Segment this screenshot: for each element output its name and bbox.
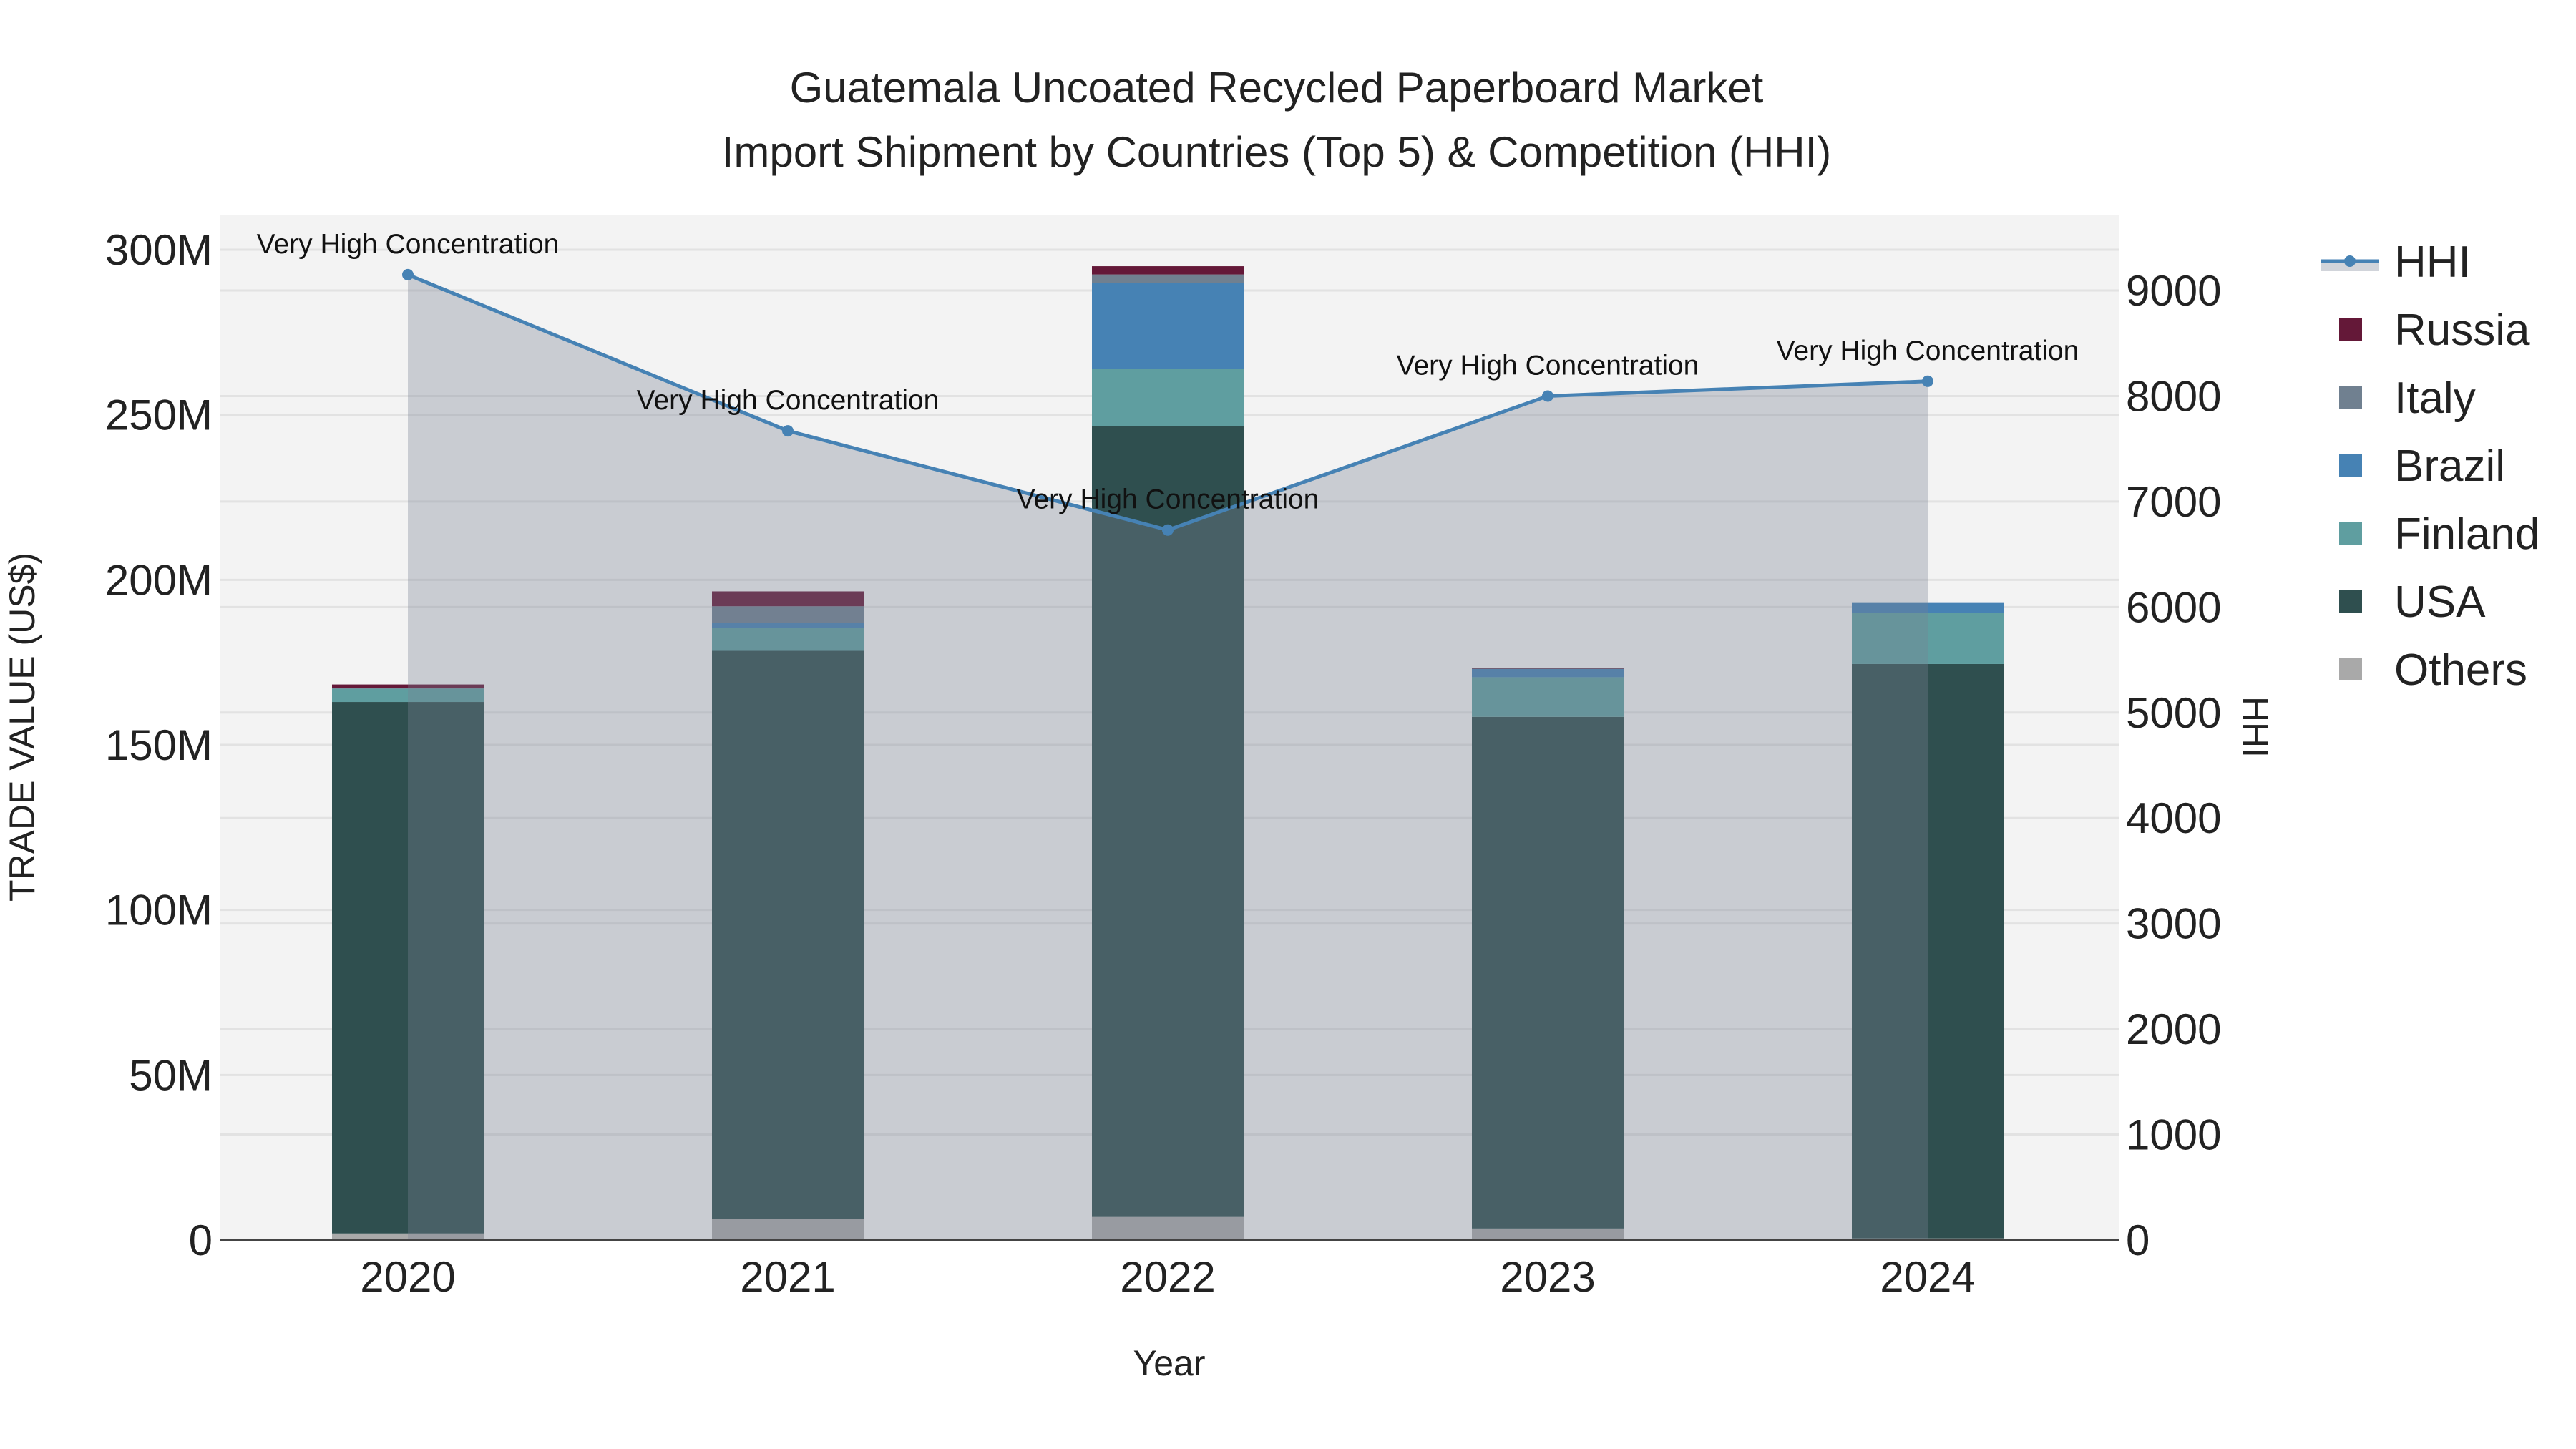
legend-swatch-russia	[2339, 318, 2362, 341]
y-tick-label: 150M	[105, 721, 213, 769]
bar-brazil-2022	[1092, 283, 1244, 369]
legend-label-finland: Finland	[2394, 509, 2540, 559]
bar-russia-2022	[1092, 266, 1244, 275]
y-axis-title: TRADE VALUE (US$)	[2, 552, 42, 902]
hhi-point-2021	[782, 425, 794, 437]
y2-tick-label: 4000	[2126, 794, 2221, 842]
y2-tick-label: 3000	[2126, 900, 2221, 948]
chart-title-line-2: Import Shipment by Countries (Top 5) & C…	[722, 128, 1832, 176]
y-tick-label: 100M	[105, 887, 213, 935]
x-tick-label: 2024	[1880, 1253, 1975, 1301]
y-tick-label: 0	[189, 1216, 213, 1264]
y-tick-label: 50M	[129, 1051, 213, 1099]
hhi-point-2022	[1162, 524, 1174, 536]
bar-italy-2022	[1092, 274, 1244, 283]
legend-swatch-others	[2339, 658, 2362, 680]
y-tick-label: 300M	[105, 226, 213, 274]
legend-label-brazil: Brazil	[2394, 441, 2505, 491]
legend-label-italy: Italy	[2394, 374, 2476, 423]
chart: Very High Concentration Very High Concent…	[2, 64, 2540, 1383]
hhi-point-2024	[1922, 375, 1933, 387]
bar-finland-2022	[1092, 369, 1244, 426]
y2-tick-label: 2000	[2126, 1005, 2221, 1053]
y2-tick-label: 1000	[2126, 1111, 2221, 1159]
y2-tick-label: 6000	[2126, 583, 2221, 631]
legend-swatch-brazil	[2339, 454, 2362, 477]
y2-tick-label: 0	[2126, 1216, 2150, 1264]
legend-label-others: Others	[2394, 645, 2527, 695]
hhi-annotation: Very High Concentration	[1777, 336, 2079, 366]
legend-label-russia: Russia	[2394, 306, 2530, 355]
y-tick-label: 250M	[105, 391, 213, 439]
hhi-point-2020	[402, 268, 414, 280]
legend: HHI Russia Italy Brazil Finland USA Others	[2321, 238, 2540, 695]
legend-swatch-italy	[2339, 386, 2362, 409]
y-tick-label: 200M	[105, 556, 213, 604]
y2-tick-label: 8000	[2126, 372, 2221, 420]
hhi-annotation: Very High Concentration	[637, 385, 940, 416]
chart-title-line-1: Guatemala Uncoated Recycled Paperboard M…	[790, 64, 1764, 112]
hhi-annotation: Very High Concentration	[1397, 350, 1699, 381]
legend-swatch-finland	[2339, 522, 2362, 545]
x-axis-title: Year	[1133, 1343, 1205, 1383]
legend-swatch-usa	[2339, 590, 2362, 613]
legend-swatch-hhi-marker	[2344, 255, 2356, 267]
x-tick-label: 2023	[1500, 1253, 1595, 1301]
y2-axis-title: HHI	[2235, 696, 2275, 758]
x-tick-label: 2021	[740, 1253, 835, 1301]
hhi-point-2023	[1542, 390, 1553, 402]
y2-tick-label: 9000	[2126, 267, 2221, 315]
legend-label-usa: USA	[2394, 577, 2486, 627]
x-tick-label: 2022	[1120, 1253, 1215, 1301]
hhi-annotation: Very High Concentration	[257, 229, 560, 260]
x-tick-label: 2020	[360, 1253, 455, 1301]
y2-tick-label: 7000	[2126, 478, 2221, 526]
y2-tick-label: 5000	[2126, 689, 2221, 737]
hhi-annotation: Very High Concentration	[1017, 484, 1319, 515]
legend-label-hhi: HHI	[2394, 238, 2471, 287]
